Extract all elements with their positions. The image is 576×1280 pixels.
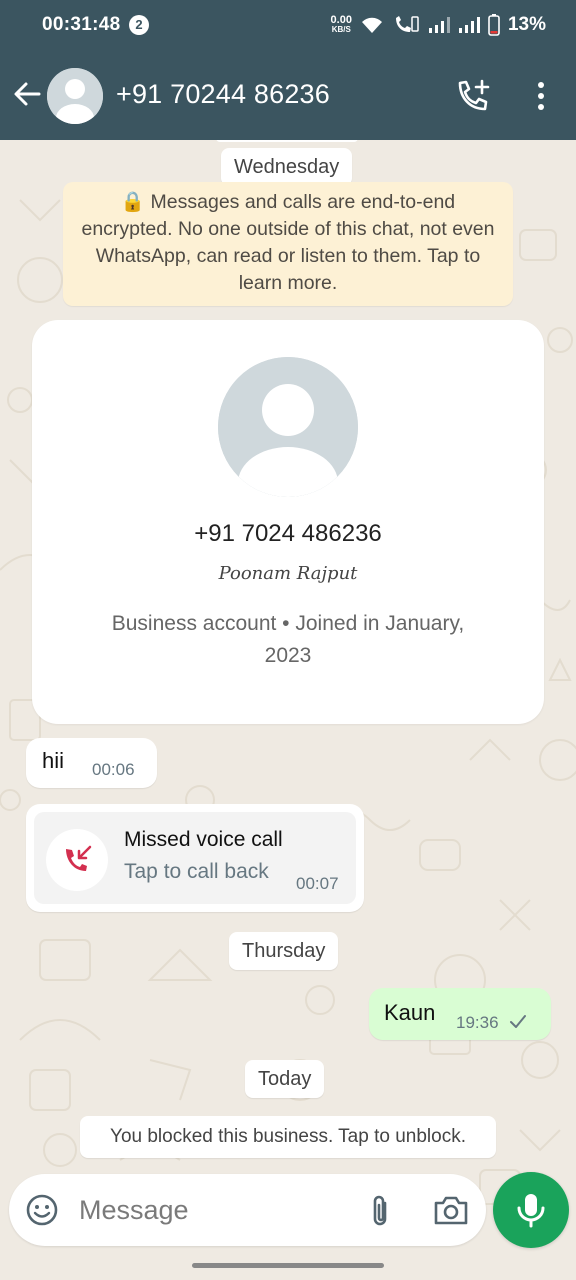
- contact-avatar[interactable]: [47, 68, 103, 124]
- missed-call-title: Missed voice call: [124, 828, 283, 851]
- outgoing-message[interactable]: Kaun 19:36: [369, 988, 551, 1040]
- profile-avatar: [218, 357, 358, 497]
- battery-icon: [488, 14, 500, 36]
- sent-check-icon: [510, 1015, 526, 1028]
- date-pill-thursday: Thursday: [229, 932, 339, 970]
- add-call-icon[interactable]: [455, 78, 491, 114]
- contact-name[interactable]: +91 70244 86236: [116, 79, 330, 110]
- volte-call-icon: [395, 16, 419, 32]
- status-time: 00:31:48: [42, 14, 121, 35]
- default-avatar-icon: [218, 357, 358, 497]
- chat-area[interactable]: Wednesday 🔒 Messages and calls are end-t…: [0, 140, 576, 1280]
- signal-icon-sim1: [428, 17, 450, 33]
- attach-icon[interactable]: [365, 1193, 395, 1229]
- mic-icon: [517, 1194, 545, 1228]
- network-speed: 0.00 KB/S: [331, 15, 352, 35]
- profile-business-info: Business account • Joined in January, 20…: [111, 612, 465, 667]
- camera-icon[interactable]: [433, 1193, 469, 1227]
- missed-call-icon-wrap: [46, 829, 108, 891]
- message-input[interactable]: [77, 1174, 337, 1246]
- incoming-message[interactable]: hii 00:06: [26, 738, 157, 788]
- notification-count-badge: 2: [129, 15, 149, 35]
- business-profile-card[interactable]: +91 7024 486236 Poonam Rajput Business a…: [32, 320, 544, 724]
- wifi-icon: [361, 17, 382, 33]
- message-composer: [9, 1174, 486, 1246]
- blocked-business-notice[interactable]: You blocked this business. Tap to unbloc…: [80, 1116, 496, 1158]
- more-options-icon[interactable]: [530, 80, 552, 112]
- message-time: 00:07: [296, 874, 339, 893]
- default-avatar-icon: [47, 68, 103, 124]
- date-pill-today: Today: [245, 1060, 325, 1098]
- top-bar: 00:31:48 2 0.00 KB/S 13% +91 70244 86236: [0, 0, 576, 140]
- battery-percent: 13%: [507, 14, 546, 35]
- missed-call-icon: [66, 845, 92, 871]
- network-speed-unit: KB/S: [331, 25, 351, 34]
- back-arrow-icon[interactable]: [12, 79, 42, 109]
- missed-call-card[interactable]: Missed voice call Tap to call back 00:07: [34, 812, 356, 904]
- message-text: Kaun: [384, 1000, 436, 1025]
- signal-icon-sim2: [458, 17, 480, 33]
- chat-header: +91 70244 86236: [0, 52, 576, 140]
- missed-call-message[interactable]: Missed voice call Tap to call back 00:07: [26, 804, 364, 912]
- message-text: hii: [42, 748, 65, 773]
- message-time: 19:36: [456, 1013, 499, 1032]
- partial-date-pill: [216, 140, 358, 142]
- message-time: 00:06: [92, 760, 135, 779]
- encryption-notice[interactable]: 🔒 Messages and calls are end-to-end encr…: [63, 182, 513, 306]
- home-indicator[interactable]: [192, 1263, 384, 1268]
- profile-name: Poonam Rajput: [218, 563, 358, 584]
- mic-button[interactable]: [493, 1172, 569, 1248]
- profile-phone-number: +91 7024 486236: [194, 520, 382, 547]
- missed-call-subtitle: Tap to call back: [124, 860, 269, 883]
- status-icons: 0.00 KB/S 13%: [331, 14, 546, 36]
- date-pill-wednesday: Wednesday: [221, 148, 353, 186]
- emoji-icon[interactable]: [25, 1193, 59, 1227]
- status-bar: 00:31:48 2 0.00 KB/S 13%: [0, 0, 576, 52]
- network-speed-value: 0.00: [330, 14, 352, 26]
